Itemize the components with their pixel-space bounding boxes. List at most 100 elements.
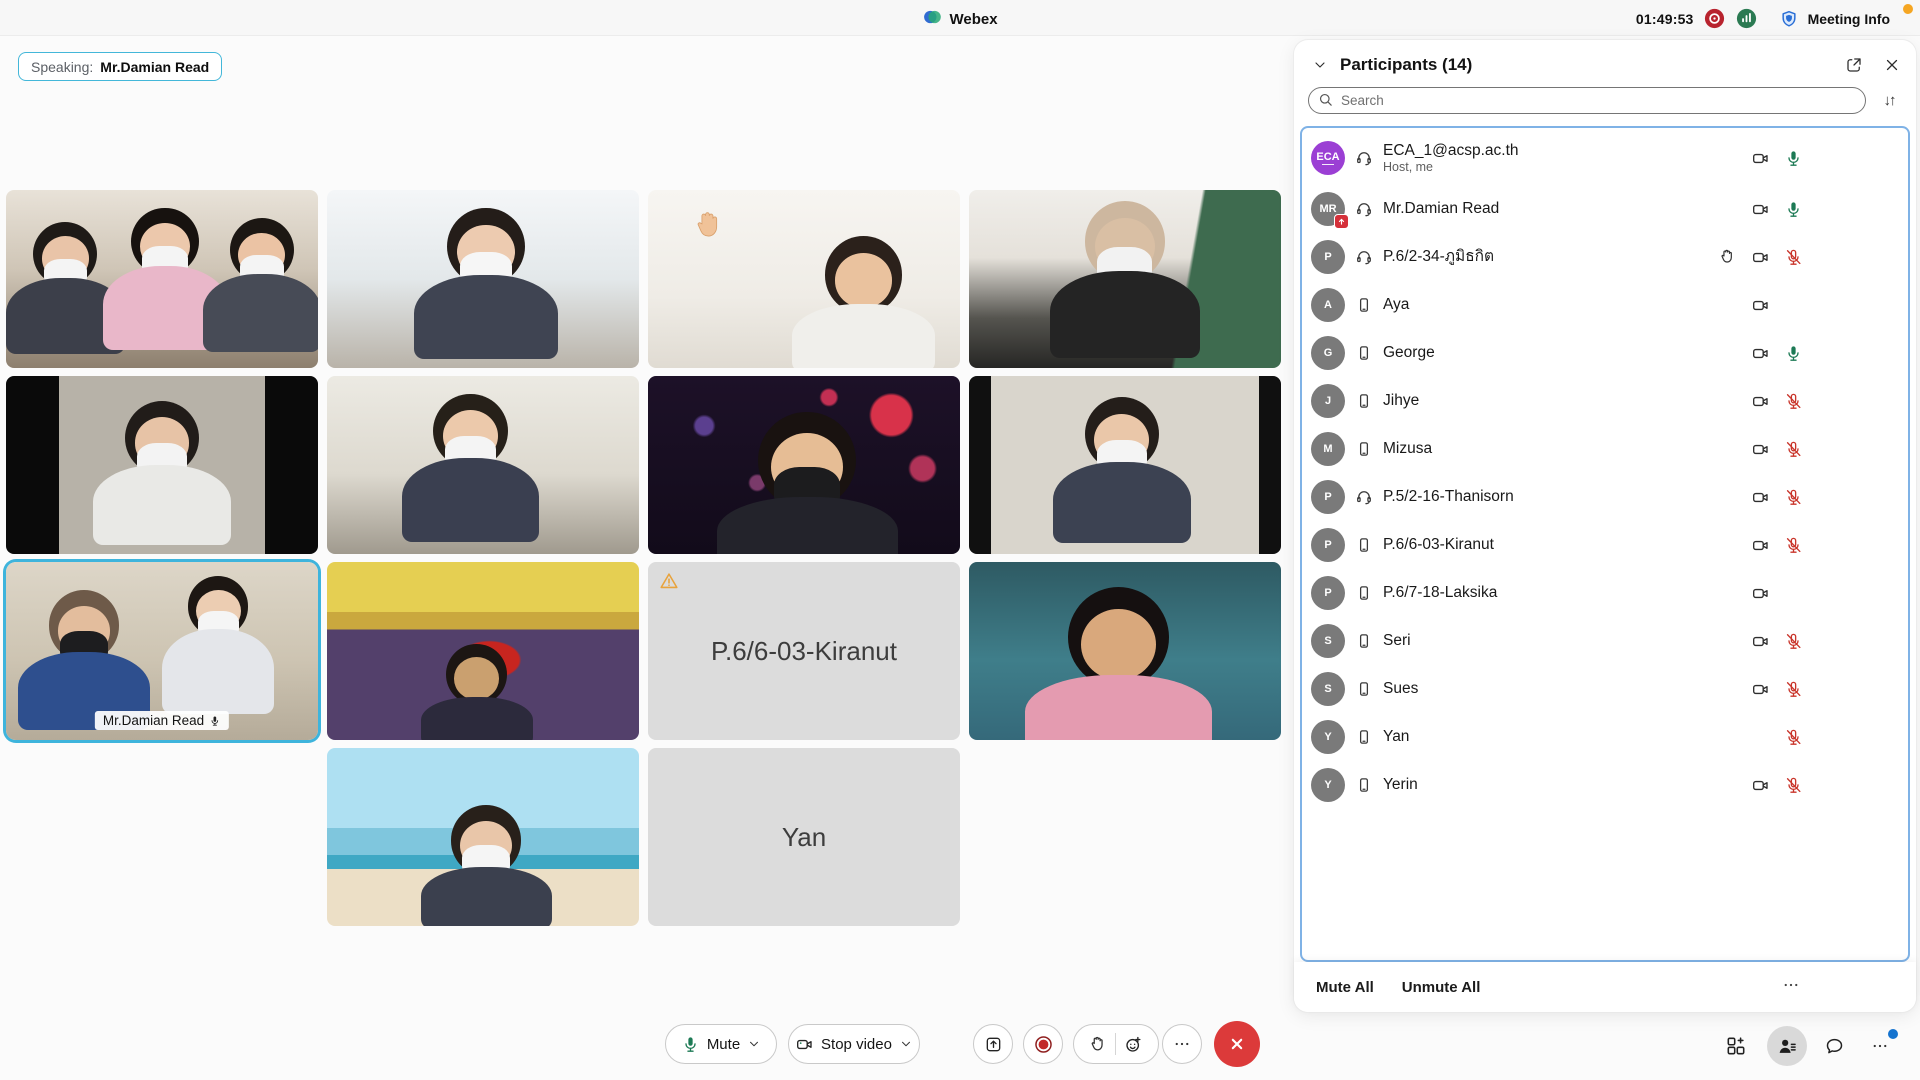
mic-muted-icon[interactable] [1777,392,1810,411]
app-name: Webex [949,11,997,28]
video-tile[interactable] [969,376,1281,554]
video-tile[interactable]: Mr.Damian Read [6,562,318,740]
leave-meeting-button[interactable] [1214,1021,1260,1067]
participant-row[interactable]: PP.6/2-34-ภูมิธกิต [1302,233,1908,281]
participant-row[interactable]: PP.5/2-16-Thanisorn [1302,473,1908,521]
video-tile[interactable] [327,190,639,368]
video-chevron-icon[interactable] [899,1037,913,1051]
search-input[interactable] [1308,87,1866,114]
reactions-button[interactable] [1073,1024,1159,1064]
sort-participants-icon[interactable]: ↓↑ [1876,92,1902,109]
participants-toggle-button[interactable] [1767,1026,1807,1066]
person-silhouette [1025,587,1212,740]
stop-video-button[interactable]: Stop video [788,1024,920,1064]
camera-icon[interactable] [1744,536,1777,555]
chat-icon [1824,1036,1845,1057]
video-tile[interactable] [6,376,318,554]
camera-icon[interactable] [1744,149,1777,168]
participant-row[interactable]: PP.6/6-03-Kiranut [1302,521,1908,569]
speaking-name: Mr.Damian Read [100,59,209,75]
participant-row[interactable]: JJihye [1302,377,1908,425]
mic-muted-icon[interactable] [1777,632,1810,651]
camera-icon[interactable] [1744,680,1777,699]
participant-name: Sues [1383,680,1418,698]
video-tile[interactable] [327,376,639,554]
person-silhouette [93,401,230,554]
camera-icon[interactable] [1744,248,1777,267]
mic-on-icon[interactable] [1777,149,1810,168]
mute-all-button[interactable]: Mute All [1316,979,1374,996]
participant-row[interactable]: YYan [1302,713,1908,761]
mute-chevron-icon[interactable] [747,1037,761,1051]
participant-row[interactable]: MMizusa [1302,425,1908,473]
person-silhouette [203,218,318,368]
participant-row[interactable]: AAya [1302,281,1908,329]
more-panels-icon [1871,1037,1889,1055]
leave-x-icon [1227,1034,1247,1054]
participants-title: Participants (14) [1340,55,1472,75]
record-button[interactable] [1023,1024,1063,1064]
mic-muted-icon[interactable] [1777,536,1810,555]
participant-name: Mr.Damian Read [1383,200,1499,218]
search-box[interactable] [1308,87,1866,114]
mobile-device-icon [1355,392,1375,410]
video-tile[interactable] [648,376,960,554]
mic-muted-icon[interactable] [1777,488,1810,507]
more-options-icon[interactable] [1782,976,1800,999]
participant-row[interactable]: MRMr.Damian Read [1302,185,1908,233]
mobile-device-icon [1355,728,1375,746]
close-panel-icon[interactable] [1880,53,1904,77]
participant-row[interactable]: GGeorge [1302,329,1908,377]
top-bar: Webex 01:49:53 Meeting Info [0,0,1920,36]
camera-icon[interactable] [1744,632,1777,651]
mobile-device-icon [1355,584,1375,602]
apps-button[interactable] [1718,1028,1754,1064]
mic-muted-icon[interactable] [1777,680,1810,699]
participant-name: ECA_1@acsp.ac.th [1383,142,1519,160]
mic-muted-icon[interactable] [1777,728,1810,747]
camera-icon [795,1035,814,1054]
participant-row[interactable]: S Sues [1302,665,1908,713]
mic-muted-icon[interactable] [1777,440,1810,459]
video-tile[interactable] [6,190,318,368]
participant-row[interactable]: PP.6/7-18-Laksika [1302,569,1908,617]
reactions-smiley-icon[interactable] [1124,1035,1143,1054]
camera-icon[interactable] [1744,440,1777,459]
participant-row[interactable]: SSeri [1302,617,1908,665]
video-tile-placeholder[interactable]: P.6/6-03-Kiranut [648,562,960,740]
camera-icon[interactable] [1744,776,1777,795]
avatar: S [1311,672,1345,706]
share-icon [984,1035,1003,1054]
mic-on-icon [681,1035,700,1054]
camera-icon[interactable] [1744,344,1777,363]
share-screen-button[interactable] [973,1024,1013,1064]
participant-name: P.6/7-18-Laksika [1383,584,1497,602]
participants-list: ECAECA_1@acsp.ac.thHost, meMRMr.Damian R… [1300,126,1910,962]
unmute-all-button[interactable]: Unmute All [1402,979,1481,996]
participant-row[interactable]: ECAECA_1@acsp.ac.thHost, me [1302,131,1908,185]
mic-on-icon[interactable] [1777,344,1810,363]
mic-muted-icon[interactable] [1777,248,1810,267]
video-tile[interactable] [969,190,1281,368]
mic-on-icon[interactable] [1777,200,1810,219]
mic-muted-icon[interactable] [1777,776,1810,795]
video-tile[interactable] [327,562,639,740]
video-tile[interactable] [327,748,639,926]
pop-out-panel-icon[interactable] [1842,53,1866,77]
meeting-info-button[interactable]: Meeting Info [1808,11,1890,27]
camera-icon[interactable] [1744,296,1777,315]
video-tile[interactable] [969,562,1281,740]
more-controls-button[interactable] [1162,1024,1202,1064]
camera-icon[interactable] [1744,488,1777,507]
camera-icon[interactable] [1744,200,1777,219]
video-tile[interactable] [648,190,960,368]
collapse-chevron-icon[interactable] [1308,53,1332,77]
chat-button[interactable] [1816,1028,1852,1064]
raise-hand-icon[interactable] [1089,1035,1107,1053]
camera-icon[interactable] [1744,584,1777,603]
camera-icon[interactable] [1744,392,1777,411]
video-tile-placeholder[interactable]: Yan [648,748,960,926]
participant-row[interactable]: YYerin [1302,761,1908,809]
participant-name: George [1383,344,1435,362]
mute-button[interactable]: Mute [665,1024,777,1064]
